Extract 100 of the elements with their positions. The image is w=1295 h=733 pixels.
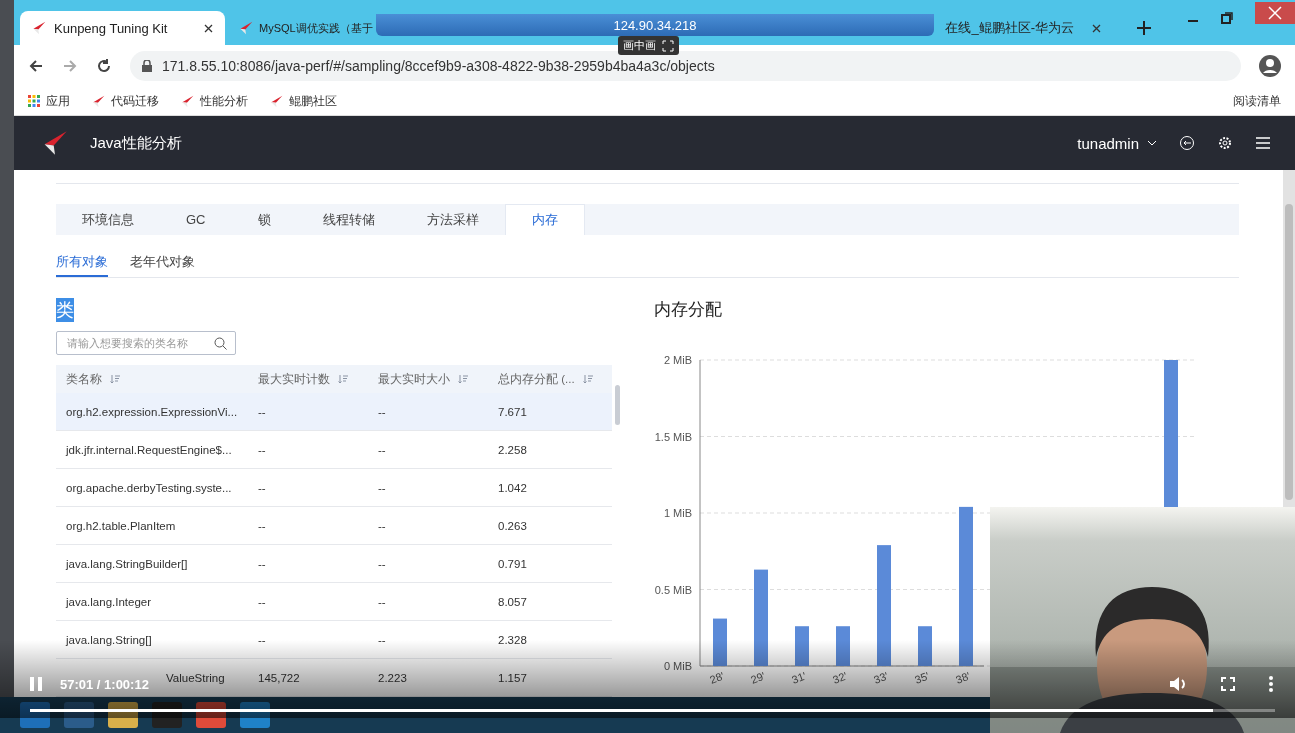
y-tick-label: 1 MiB [663,507,692,519]
user-menu[interactable]: tunadmin [1077,134,1157,152]
sort-icon[interactable] [582,374,593,384]
more-icon[interactable] [1269,676,1273,692]
address-bar[interactable]: 171.8.55.10:8086/java-perf/#/sampling/8ccef9b9-a308-4822-9b38-2959b4ba4a3c/objects [130,51,1241,81]
x-tick-label: 29' [749,669,767,686]
browser-tab[interactable]: MySQL调优实践（基于 [227,11,373,45]
table-cell: org.apache.derbyTesting.syste... [56,468,248,507]
table-cell: -- [248,506,368,545]
fullscreen-icon[interactable] [1221,677,1235,691]
menu-icon[interactable] [1255,136,1271,150]
bookmark[interactable]: 鲲鹏社区 [270,92,337,110]
table-cell: -- [368,468,488,507]
subtab[interactable]: 老年代对象 [130,249,195,277]
reading-list-button[interactable]: 阅读清单 [1233,92,1281,110]
reload-icon[interactable] [96,58,112,74]
table-cell: 7.671 [488,393,612,431]
close-icon[interactable] [204,23,213,33]
search-icon[interactable] [214,336,227,350]
taskbar-app-icon[interactable] [196,702,226,728]
browser-tab[interactable]: 在线_鲲鹏社区-华为云 [941,11,1113,45]
table-cell: -- [368,430,488,469]
bookmark[interactable]: 应用 [28,92,70,110]
table-cell: 145,722 [248,658,368,697]
table-cell: 2.258 [488,430,612,469]
taskbar-app-icon[interactable] [240,702,270,728]
close-window-button[interactable] [1255,2,1295,24]
sort-icon[interactable] [458,374,468,384]
x-tick-label: 38' [954,669,972,686]
tab[interactable]: 环境信息 [56,204,160,235]
table-cell: 2.223 [368,658,488,697]
search-field[interactable]: 请输入想要搜索的类名称 [56,331,236,355]
x-tick-label: 32' [831,669,849,686]
x-tick-label: 33' [872,669,890,686]
column-header: 最大实时计数 [258,371,330,387]
chevron-down-icon [1147,140,1157,146]
close-icon[interactable] [1092,23,1101,33]
table-cell: java.lang.StringBuilder[] [56,544,248,583]
volume-icon[interactable] [1169,676,1187,692]
taskbar-app-icon[interactable] [152,702,182,728]
table-cell: 1.042 [488,468,612,507]
table-cell: -- [248,544,368,583]
x-tick-label: 31' [790,669,808,686]
table-cell: 8.057 [488,582,612,621]
bar [713,618,727,666]
subtab[interactable]: 所有对象 [56,249,108,277]
table-cell: org.h2.expression.ExpressionVi... [56,393,248,431]
table-cell: org.h2.table.PlanItem [56,506,248,545]
tab[interactable]: 锁 [231,204,297,235]
y-tick-label: 2 MiB [663,354,692,366]
bird-logo-icon [92,94,105,108]
tab[interactable]: 线程转储 [296,204,401,235]
table-cell: -- [368,544,488,583]
y-tick-label: 1.5 MiB [654,430,692,443]
bird-logo-icon [270,94,283,108]
apps-grid-icon [28,95,40,107]
bookmark[interactable]: 代码迁移 [92,92,159,110]
bookmark[interactable]: 性能分析 [181,92,248,110]
column-header: 类名称 [66,371,102,387]
sort-icon[interactable] [338,374,348,384]
taskbar-app-icon[interactable] [108,702,138,728]
table-cell: 0.791 [488,544,612,583]
table-cell: -- [368,506,488,545]
logout-icon[interactable] [1179,135,1195,151]
column-header: 最大实时大小 [378,371,450,387]
table-cell: java.lang.String[] [56,620,248,659]
video-time: 57:01 / 1:00:12 [60,676,149,692]
bird-logo-icon [181,94,194,108]
lock-icon [142,60,152,72]
sort-icon[interactable] [110,374,120,384]
taskbar-app-icon[interactable] [64,702,94,728]
bar [918,626,932,666]
bird-logo-icon [42,130,68,156]
bar [795,626,809,666]
table-cell: jdk.jfr.internal.RequestEngine$... [56,430,248,469]
y-tick-label: 0 MiB [663,660,692,672]
section-heading: 类 [56,298,74,322]
browser-tab[interactable]: Kunpeng Tuning Kit [20,11,225,45]
taskbar-app-icon[interactable] [20,702,50,728]
table-cell: 1.157 [488,658,612,697]
restore-icon[interactable] [1221,12,1233,24]
video-progress-bar[interactable] [30,709,1275,712]
column-header: 总内存分配 (... [498,371,575,387]
bar [836,626,850,666]
tab[interactable]: 内存 [504,204,585,235]
tab[interactable]: 方法采样 [400,204,505,235]
account-icon[interactable] [1259,55,1281,77]
table-cell: 2.328 [488,620,612,659]
settings-icon[interactable] [1217,135,1233,151]
back-icon[interactable] [28,58,44,74]
bird-logo-icon [32,21,46,35]
remote-address: 124.90.34.218 [613,17,697,33]
bird-logo-icon [239,21,253,35]
tab[interactable]: GC [160,204,232,235]
scrollbar-thumb[interactable] [1285,204,1293,500]
table-cell: -- [368,393,488,431]
new-tab-icon[interactable] [1137,21,1151,35]
table-cell: java.lang.Integer [56,582,248,621]
picture-in-picture-button[interactable]: 画中画 [618,36,679,55]
table-cell: -- [368,582,488,621]
